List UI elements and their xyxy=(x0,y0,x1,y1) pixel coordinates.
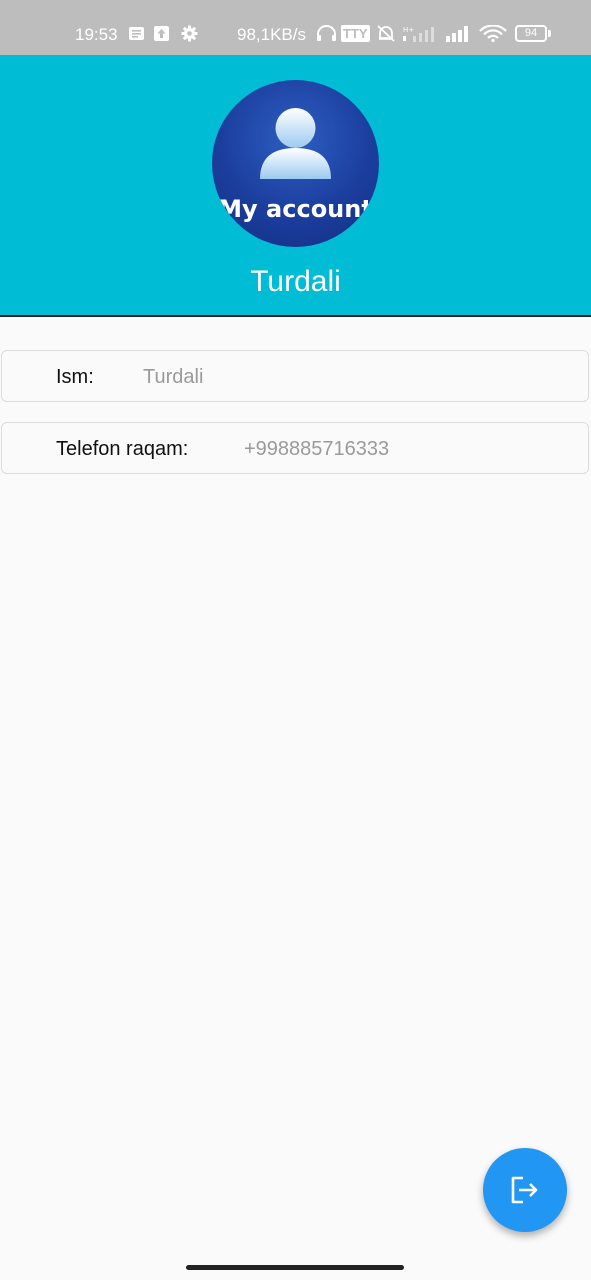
upload-icon xyxy=(154,26,169,41)
headphones-icon xyxy=(317,25,336,41)
battery-icon: 94 xyxy=(515,25,547,42)
message-icon xyxy=(129,27,144,40)
battery-tip xyxy=(548,30,551,37)
phone-field-card[interactable]: Telefon raqam: +998885716333 xyxy=(1,422,589,474)
home-indicator[interactable] xyxy=(186,1265,404,1270)
signal-icon xyxy=(446,26,468,42)
avatar-label: My account xyxy=(218,195,373,223)
name-value[interactable]: Turdali xyxy=(143,351,203,403)
logout-icon xyxy=(511,1176,538,1204)
status-time: 19:53 xyxy=(75,25,118,44)
svg-text:H+: H+ xyxy=(403,26,414,34)
name-label: Ism: xyxy=(56,366,94,388)
bell-off-icon xyxy=(377,25,395,42)
phone-label: Telefon raqam: xyxy=(56,438,189,460)
signal-icon: H+ xyxy=(403,26,434,42)
wifi-icon xyxy=(479,25,507,42)
profile-name: Turdali xyxy=(250,265,341,298)
tty-badge: TTY xyxy=(341,25,370,42)
profile-header: My account Turdali xyxy=(0,55,591,317)
logout-button[interactable] xyxy=(483,1148,567,1232)
network-speed: 98,1KB/s xyxy=(237,25,306,44)
status-bar: 19:53 98,1KB/s TTY H+ 94 xyxy=(0,0,591,55)
phone-value[interactable]: +998885716333 xyxy=(244,423,389,475)
gear-icon xyxy=(181,25,198,42)
battery-level: 94 xyxy=(524,27,538,39)
avatar[interactable]: My account xyxy=(212,80,379,247)
name-field-card[interactable]: Ism: Turdali xyxy=(1,350,589,402)
